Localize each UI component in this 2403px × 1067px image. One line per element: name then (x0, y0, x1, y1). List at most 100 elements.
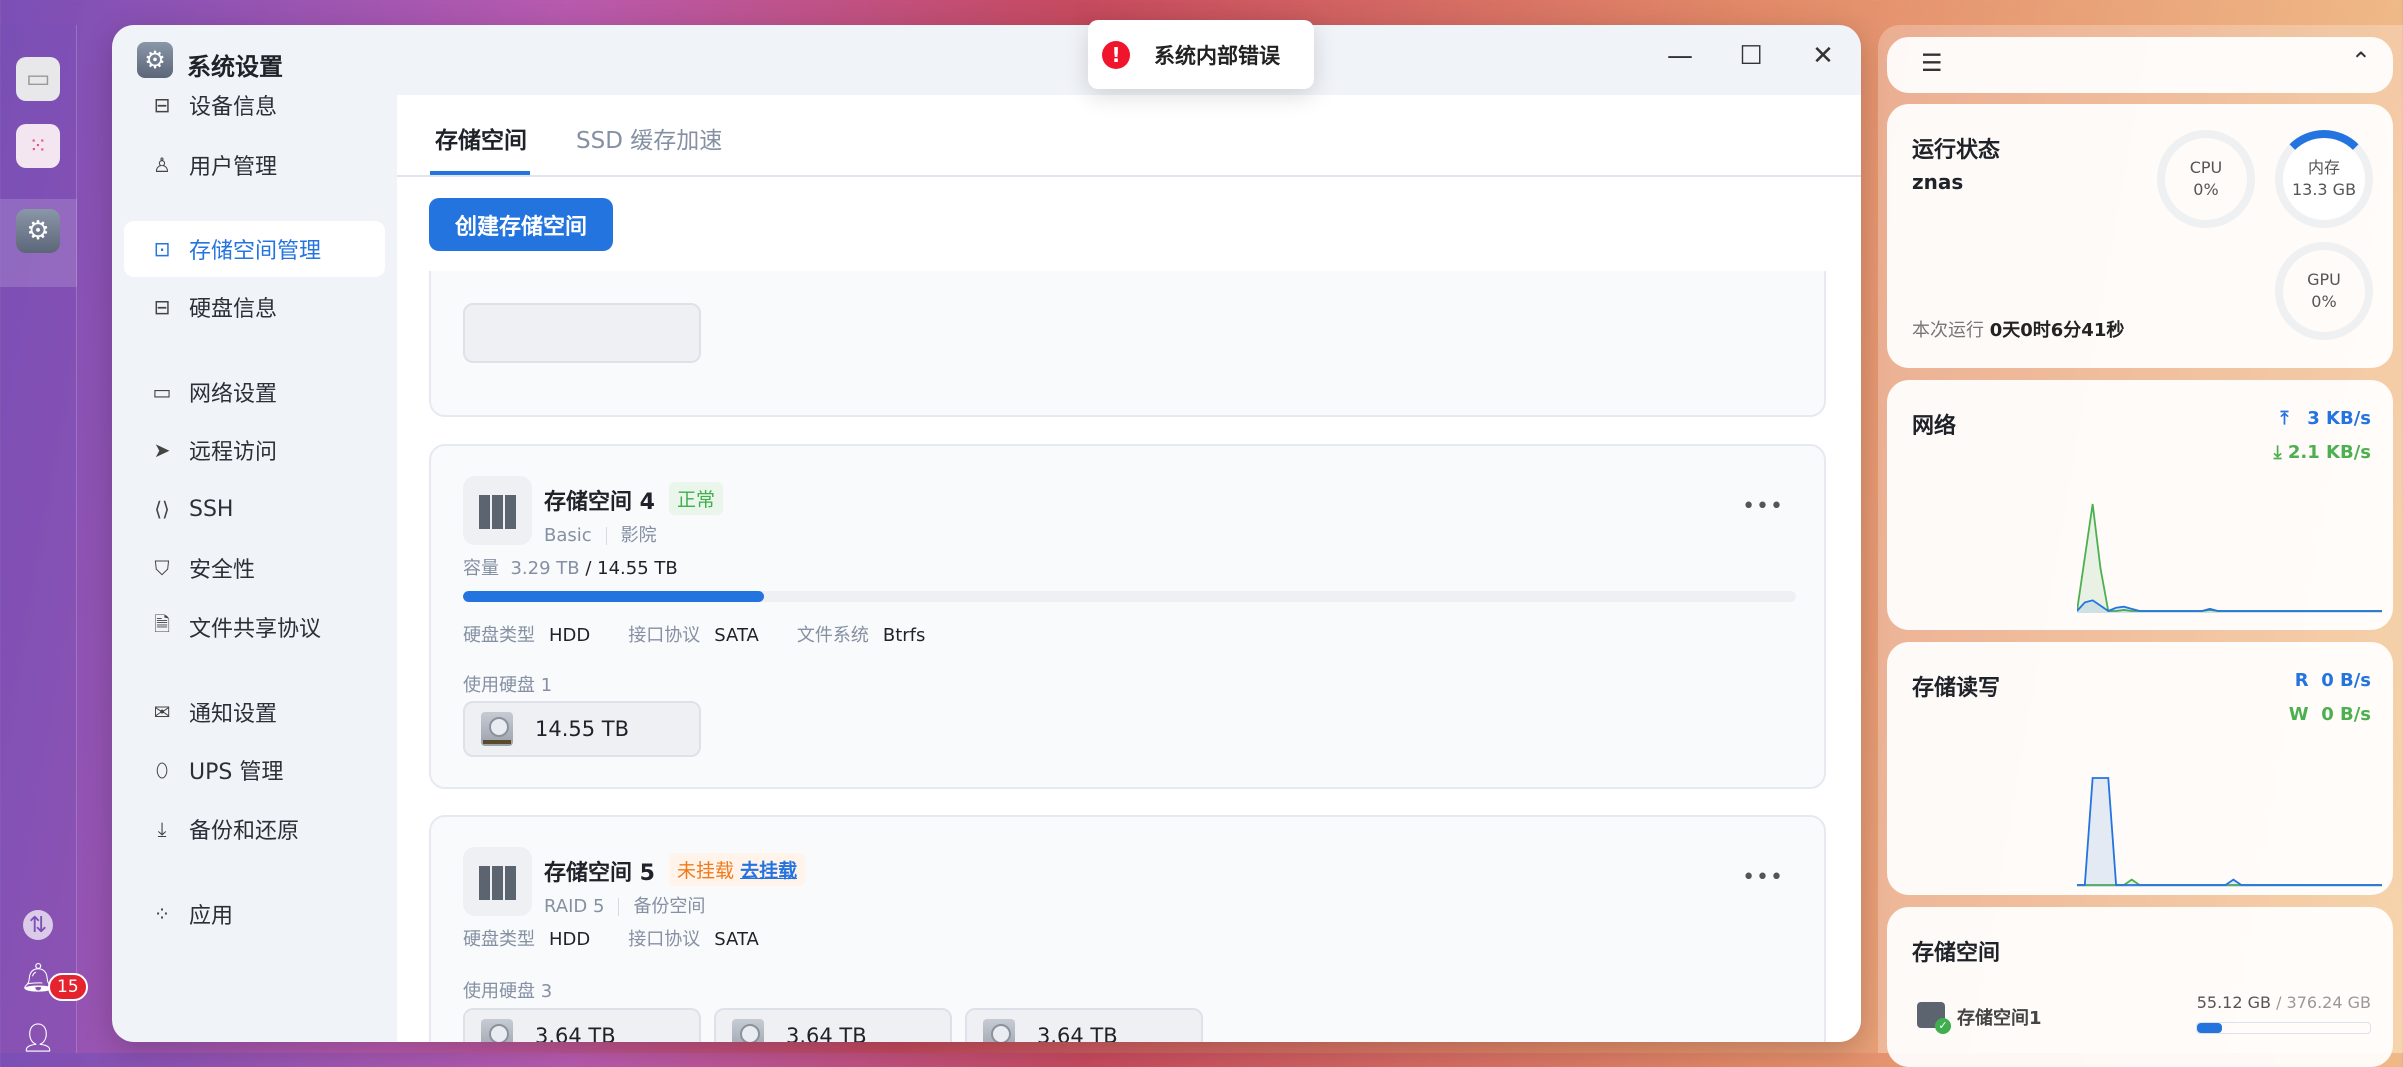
settings-app-icon[interactable]: ⚙ (16, 209, 60, 253)
status-card: 运行状态 znas CPU 0% 内存 13.3 GB GPU 0% 本次运行 0天0… (1887, 104, 2393, 368)
collapse-chevron-icon[interactable]: ⌃ (2351, 47, 2371, 75)
more-options-button[interactable]: ••• (1742, 865, 1784, 890)
upload-value: 3 KB/s (2307, 408, 2371, 429)
gpu-value: 0% (2311, 292, 2337, 311)
network-chart (2077, 503, 2382, 613)
disk-chip[interactable]: 3.64 TB (714, 1008, 952, 1042)
sidebar-item[interactable]: ⤓ 备份和还原 (124, 801, 385, 857)
disk-details: 硬盘类型 HDD 接口协议 SATA (463, 925, 797, 951)
sidebar-item[interactable]: ⛉ 安全性 (124, 540, 385, 596)
disk-type: HDD (549, 929, 591, 950)
protocol-label: 接口协议 (628, 625, 701, 646)
sidebar-item-icon: ⤓ (157, 817, 167, 841)
minimize-button[interactable]: — (1662, 41, 1698, 71)
status-badge: 未挂载 去挂载 (669, 853, 806, 886)
sidebar-item[interactable]: 🗎 文件共享协议 (124, 599, 385, 655)
uptime-value: 0天0时6分41秒 (1989, 320, 2125, 341)
fs-label: 文件系统 (796, 625, 869, 646)
transfer-icon[interactable]: ⇅ (23, 910, 53, 940)
sidebar-item-label: 通知设置 (189, 702, 278, 727)
disk-chip[interactable]: 3.64 TB (965, 1008, 1203, 1042)
volume-meta: RAID 5 备份空间 (544, 892, 705, 918)
protocol-label: 接口协议 (628, 929, 701, 950)
sidebar-item-icon: ⊟ (153, 295, 171, 319)
sidebar-item[interactable]: ⊡ 存储空间管理 (124, 221, 385, 277)
disks-label: 使用硬盘 3 (463, 981, 553, 1002)
sidebar-item-icon: ➤ (153, 438, 171, 462)
disks-label: 使用硬盘 1 (463, 675, 553, 696)
status-badge: 正常 (669, 482, 724, 515)
write-value: 0 B/s (2321, 704, 2371, 725)
sidebar-item[interactable]: ⊟ 设备信息 (124, 77, 385, 133)
capacity-row: 容量 3.29 TB / 14.55 TB (463, 554, 678, 580)
sidebar-item[interactable]: ⊟ 硬盘信息 (124, 279, 385, 335)
disk-chip[interactable]: 14.55 TB (463, 701, 701, 757)
gpu-label: GPU (2307, 269, 2341, 289)
sidebar-item[interactable]: ▭ 网络设置 (124, 364, 385, 420)
cpu-label: CPU (2189, 157, 2223, 177)
monitor-icon[interactable]: ▭ (16, 57, 60, 101)
sidebar-item-icon: ⛉ (154, 556, 170, 580)
capacity-label: 容量 (463, 558, 499, 579)
tab-storage[interactable]: 存储空间 (435, 121, 527, 155)
sidebar-item-icon: ♙ (153, 153, 171, 177)
hdd-icon (983, 1019, 1015, 1042)
storage-widget-card: 存储空间 ✓ 存储空间1 55.12 GB / 376.24 GB (1887, 907, 2393, 1067)
sidebar-item[interactable]: ➤ 远程访问 (124, 422, 385, 478)
sidebar-item[interactable]: ⁘ 应用 (124, 886, 385, 942)
sidebar-item-label: UPS 管理 (189, 760, 284, 785)
uptime-label: 本次运行 (1912, 320, 1984, 341)
tab-ssd-cache[interactable]: SSD 缓存加速 (576, 121, 722, 155)
sidebar-item[interactable]: ♙ 用户管理 (124, 137, 385, 193)
apps-icon[interactable]: ⁙ (16, 124, 60, 168)
disk-size: 3.64 TB (535, 1024, 616, 1042)
disk-size: 3.64 TB (1037, 1024, 1118, 1042)
volume-card: 存储空间 5 未挂载 去挂载 RAID 5 备份空间 ••• 硬盘类型 HDD 接口协… (429, 815, 1826, 1042)
sidebar-item[interactable]: ✉ 通知设置 (124, 684, 385, 740)
sidebar-item[interactable]: ⟨⟩ SSH (124, 481, 385, 537)
sidebar-item-label: 用户管理 (189, 155, 278, 180)
storage-item-name[interactable]: 存储空间1 (1957, 1004, 2042, 1030)
uptime: 本次运行 0天0时6分41秒 (1912, 316, 2124, 342)
sidebar-item-icon: ⬯ (155, 758, 169, 782)
error-toast: ! 系统内部错误 (1088, 20, 1314, 89)
status-title: 运行状态 (1912, 138, 2001, 163)
download-line (2077, 503, 2382, 612)
disk-size: 3.64 TB (786, 1024, 867, 1042)
sidebar-item-label: 网络设置 (189, 382, 278, 407)
disk-chip[interactable]: 3.64 TB (463, 1008, 701, 1042)
storage-volume-icon: ✓ (1917, 1002, 1951, 1034)
maximize-button[interactable]: ☐ (1733, 41, 1769, 71)
mount-link[interactable]: 去挂载 (740, 860, 797, 882)
sidebar-item-label: 硬盘信息 (189, 297, 278, 322)
write-label: W (2288, 704, 2309, 725)
user-icon[interactable]: 👤︎ (16, 1015, 60, 1059)
error-icon: ! (1102, 40, 1130, 69)
cpu-value: 0% (2193, 180, 2219, 199)
sidebar-item-icon: ⁘ (153, 902, 171, 926)
sidebar-item-icon: 🗎 (153, 612, 171, 636)
memory-label: 内存 (2307, 157, 2340, 177)
capacity-progress-fill (463, 591, 765, 602)
sidebar-item[interactable]: ⬯ UPS 管理 (124, 742, 385, 798)
widget-header: ☰ ⌃ (1887, 37, 2393, 93)
sidebar-item-label: SSH (189, 496, 234, 522)
volume-desc: 备份空间 (633, 896, 706, 917)
read-line (2077, 777, 2382, 886)
sidebar-item-label: 设备信息 (189, 95, 278, 120)
more-options-button[interactable]: ••• (1742, 494, 1784, 519)
settings-gear-icon: ⚙ (137, 42, 173, 78)
raid-type: Basic (544, 525, 592, 546)
read-label: R (2294, 670, 2309, 691)
volume-list[interactable]: 存储空间 4 正常 Basic 影院 ••• 容量 3.29 TB / 14.55… (397, 271, 1861, 1042)
disk-io-card: 存储读写 R 0 B/s W 0 B/s (1887, 642, 2393, 895)
filter-icon[interactable]: ☰ (1921, 49, 1943, 77)
read-speed: R 0 B/s (2295, 670, 2371, 691)
disk-type-label: 硬盘类型 (463, 929, 535, 950)
sidebar-item-label: 远程访问 (189, 440, 278, 465)
server-icon (463, 847, 532, 916)
volume-name: 存储空间 4 (544, 490, 655, 515)
create-storage-button[interactable]: 创建存储空间 (429, 198, 613, 251)
tab-divider (397, 175, 1861, 177)
close-button[interactable]: ✕ (1805, 41, 1841, 71)
